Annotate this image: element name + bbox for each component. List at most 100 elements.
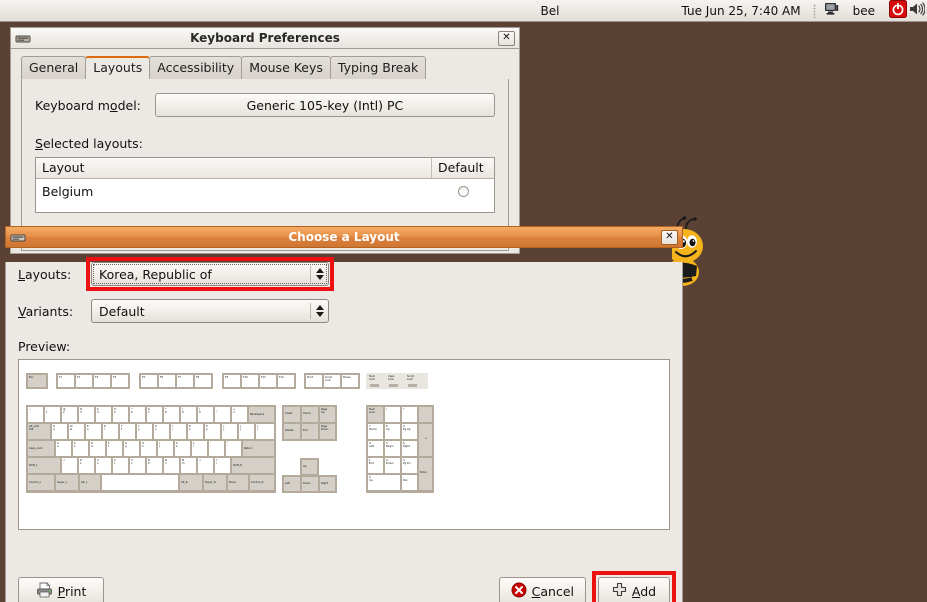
cancel-button-label: Cancel <box>531 583 574 599</box>
column-header-default[interactable]: Default <box>432 158 494 178</box>
plus-icon <box>612 582 627 600</box>
choose-layout-titlebar[interactable]: Choose a Layout ✕ <box>5 226 683 248</box>
monitor-icon[interactable] <box>824 2 839 19</box>
cancel-circle-icon <box>511 582 527 601</box>
spinner-arrows-icon[interactable] <box>316 268 324 280</box>
key-minus: _ - <box>215 407 230 422</box>
panel-window-title[interactable]: Bel <box>535 4 566 18</box>
key-d: Dd <box>90 441 105 456</box>
key-caps-lock: Caps_Lock <box>28 441 54 456</box>
key-alt-right: Alt_R <box>180 475 202 490</box>
key-shift-left: Shift_L <box>28 458 60 473</box>
keyboard-preview-pane: Esc F1 F2 F3 F4 F5 F6 F7 F8 F9 F10 F11 F… <box>18 359 670 530</box>
selected-layouts-list[interactable]: Layout Default Belgium <box>35 157 495 213</box>
key-tab: Alt_Lalt Tab <box>28 424 50 439</box>
key-super-left: Super_L <box>56 475 78 490</box>
keyboard-preferences-titlebar[interactable]: Keyboard Preferences ✕ <box>10 27 520 49</box>
key-f7: F7 <box>177 375 193 387</box>
variants-dropdown[interactable]: Default <box>91 299 329 323</box>
panel-clock[interactable]: Tue Jun 25, 7:40 AM <box>676 4 807 18</box>
key-slash: ? / <box>215 458 230 473</box>
key-group-esc: Esc <box>26 373 48 389</box>
keyboard-model-label: Keyboard model: <box>35 97 141 113</box>
key-o: Oo <box>188 424 203 439</box>
led-caps-lock: Caps Lock <box>388 375 395 382</box>
column-header-layout[interactable]: Layout <box>36 158 432 178</box>
key-x: Xx <box>96 458 111 473</box>
key-w: Ww <box>69 424 84 439</box>
keyboard-preferences-title: Keyboard Preferences <box>190 31 340 45</box>
key-apostrophe: " ' <box>226 441 241 456</box>
layout-name-cell: Belgium <box>42 183 94 199</box>
tab-general[interactable]: General <box>21 56 87 79</box>
key-g: Gg <box>124 441 139 456</box>
key-group-main: ~ ` :1 @2 #3 $4 % 5 ^ 6 & 7 * 8 (9 ) 0 _ - + = B… <box>26 405 276 493</box>
default-radio[interactable] <box>457 185 469 197</box>
key-arrow-down: Down <box>302 477 318 491</box>
key-3: #3 <box>79 407 94 422</box>
key-num-lock: Num Lock <box>368 407 383 422</box>
cancel-button[interactable]: Cancel <box>498 576 586 602</box>
key-numpad-add: + <box>419 424 432 456</box>
key-numpad-3: 3 Pg Dn <box>402 458 417 473</box>
tab-accessibility[interactable]: Accessibility <box>149 56 243 79</box>
key-t: Tt <box>120 424 135 439</box>
chevron-up-icon[interactable] <box>316 305 324 310</box>
chevron-down-icon[interactable] <box>316 312 324 317</box>
key-numpad-4: 4 Left <box>368 441 383 456</box>
key-backspace: BackSpace <box>249 407 274 422</box>
key-f6: F6 <box>159 375 175 387</box>
key-f8: F8 <box>195 375 211 387</box>
key-space <box>102 475 178 490</box>
key-i: Ii <box>171 424 186 439</box>
key-numpad-0: 0 Ins <box>368 475 400 490</box>
key-numpad-multiply: * <box>402 407 417 422</box>
key-j: Jj <box>158 441 173 456</box>
key-insert: Insert <box>284 407 300 422</box>
chevron-up-icon[interactable] <box>316 268 324 273</box>
close-icon[interactable]: ✕ <box>661 229 678 245</box>
table-row[interactable]: Belgium <box>36 179 494 203</box>
key-numpad-enter: Enter <box>419 458 432 490</box>
tab-typing-break[interactable]: Typing Break <box>329 56 427 79</box>
keyboard-preferences-tabstrip: General Layouts Accessibility Mouse Keys… <box>11 49 519 79</box>
tab-mouse-keys[interactable]: Mouse Keys <box>241 56 331 79</box>
keyboard-icon <box>15 30 31 46</box>
key-f11: F11 <box>260 375 276 387</box>
key-shift-right: Shift_R <box>232 458 274 473</box>
key-return: Return <box>243 441 274 456</box>
key-group-numpad: Num Lock / * - 7 Home 8 Up 9 Pg Up + 4 Left 5… <box>366 405 434 493</box>
volume-icon[interactable] <box>909 1 926 20</box>
key-f5: F5 <box>141 375 157 387</box>
layouts-dropdown[interactable]: Korea, Republic of <box>91 262 329 286</box>
spinner-arrows-icon[interactable] <box>316 305 324 317</box>
layouts-label: Layouts: <box>18 266 72 282</box>
key-period: >. <box>198 458 213 473</box>
chevron-down-icon[interactable] <box>316 275 324 280</box>
keyboard-preferences-window: Keyboard Preferences ✕ General Layouts A… <box>10 27 520 254</box>
key-numpad-8: 8 Up <box>385 424 400 439</box>
panel-username[interactable]: bee <box>847 4 881 18</box>
key-numpad-2: 2 Down <box>385 458 400 473</box>
key-l: Ll <box>192 441 207 456</box>
add-button[interactable]: Add <box>598 576 670 602</box>
shutdown-icon[interactable] <box>889 0 907 21</box>
keyboard-model-row: Keyboard model: Generic 105-key (Intl) P… <box>35 93 495 117</box>
combo-separator <box>310 266 311 282</box>
key-8: * 8 <box>164 407 179 422</box>
key-1: :1 <box>45 407 60 422</box>
close-icon[interactable]: ✕ <box>498 30 515 46</box>
printer-icon <box>36 581 53 601</box>
layouts-dropdown-value: Korea, Republic of <box>99 266 212 282</box>
key-group-f9-f12: F9 F10 F11 F12 <box>222 373 296 389</box>
print-button[interactable]: Print <box>18 576 104 602</box>
key-end: End <box>302 424 318 439</box>
key-page-up: Page Up <box>320 407 335 422</box>
keyboard-model-button[interactable]: Generic 105-key (Intl) PC <box>154 93 495 117</box>
tab-layouts[interactable]: Layouts <box>85 56 151 79</box>
key-group-f5-f8: F5 F6 F7 F8 <box>139 373 213 389</box>
key-f3: F3 <box>94 375 110 387</box>
key-b: Bb <box>147 458 162 473</box>
default-radio-cell[interactable] <box>432 185 494 197</box>
key-home: Home <box>302 407 318 422</box>
